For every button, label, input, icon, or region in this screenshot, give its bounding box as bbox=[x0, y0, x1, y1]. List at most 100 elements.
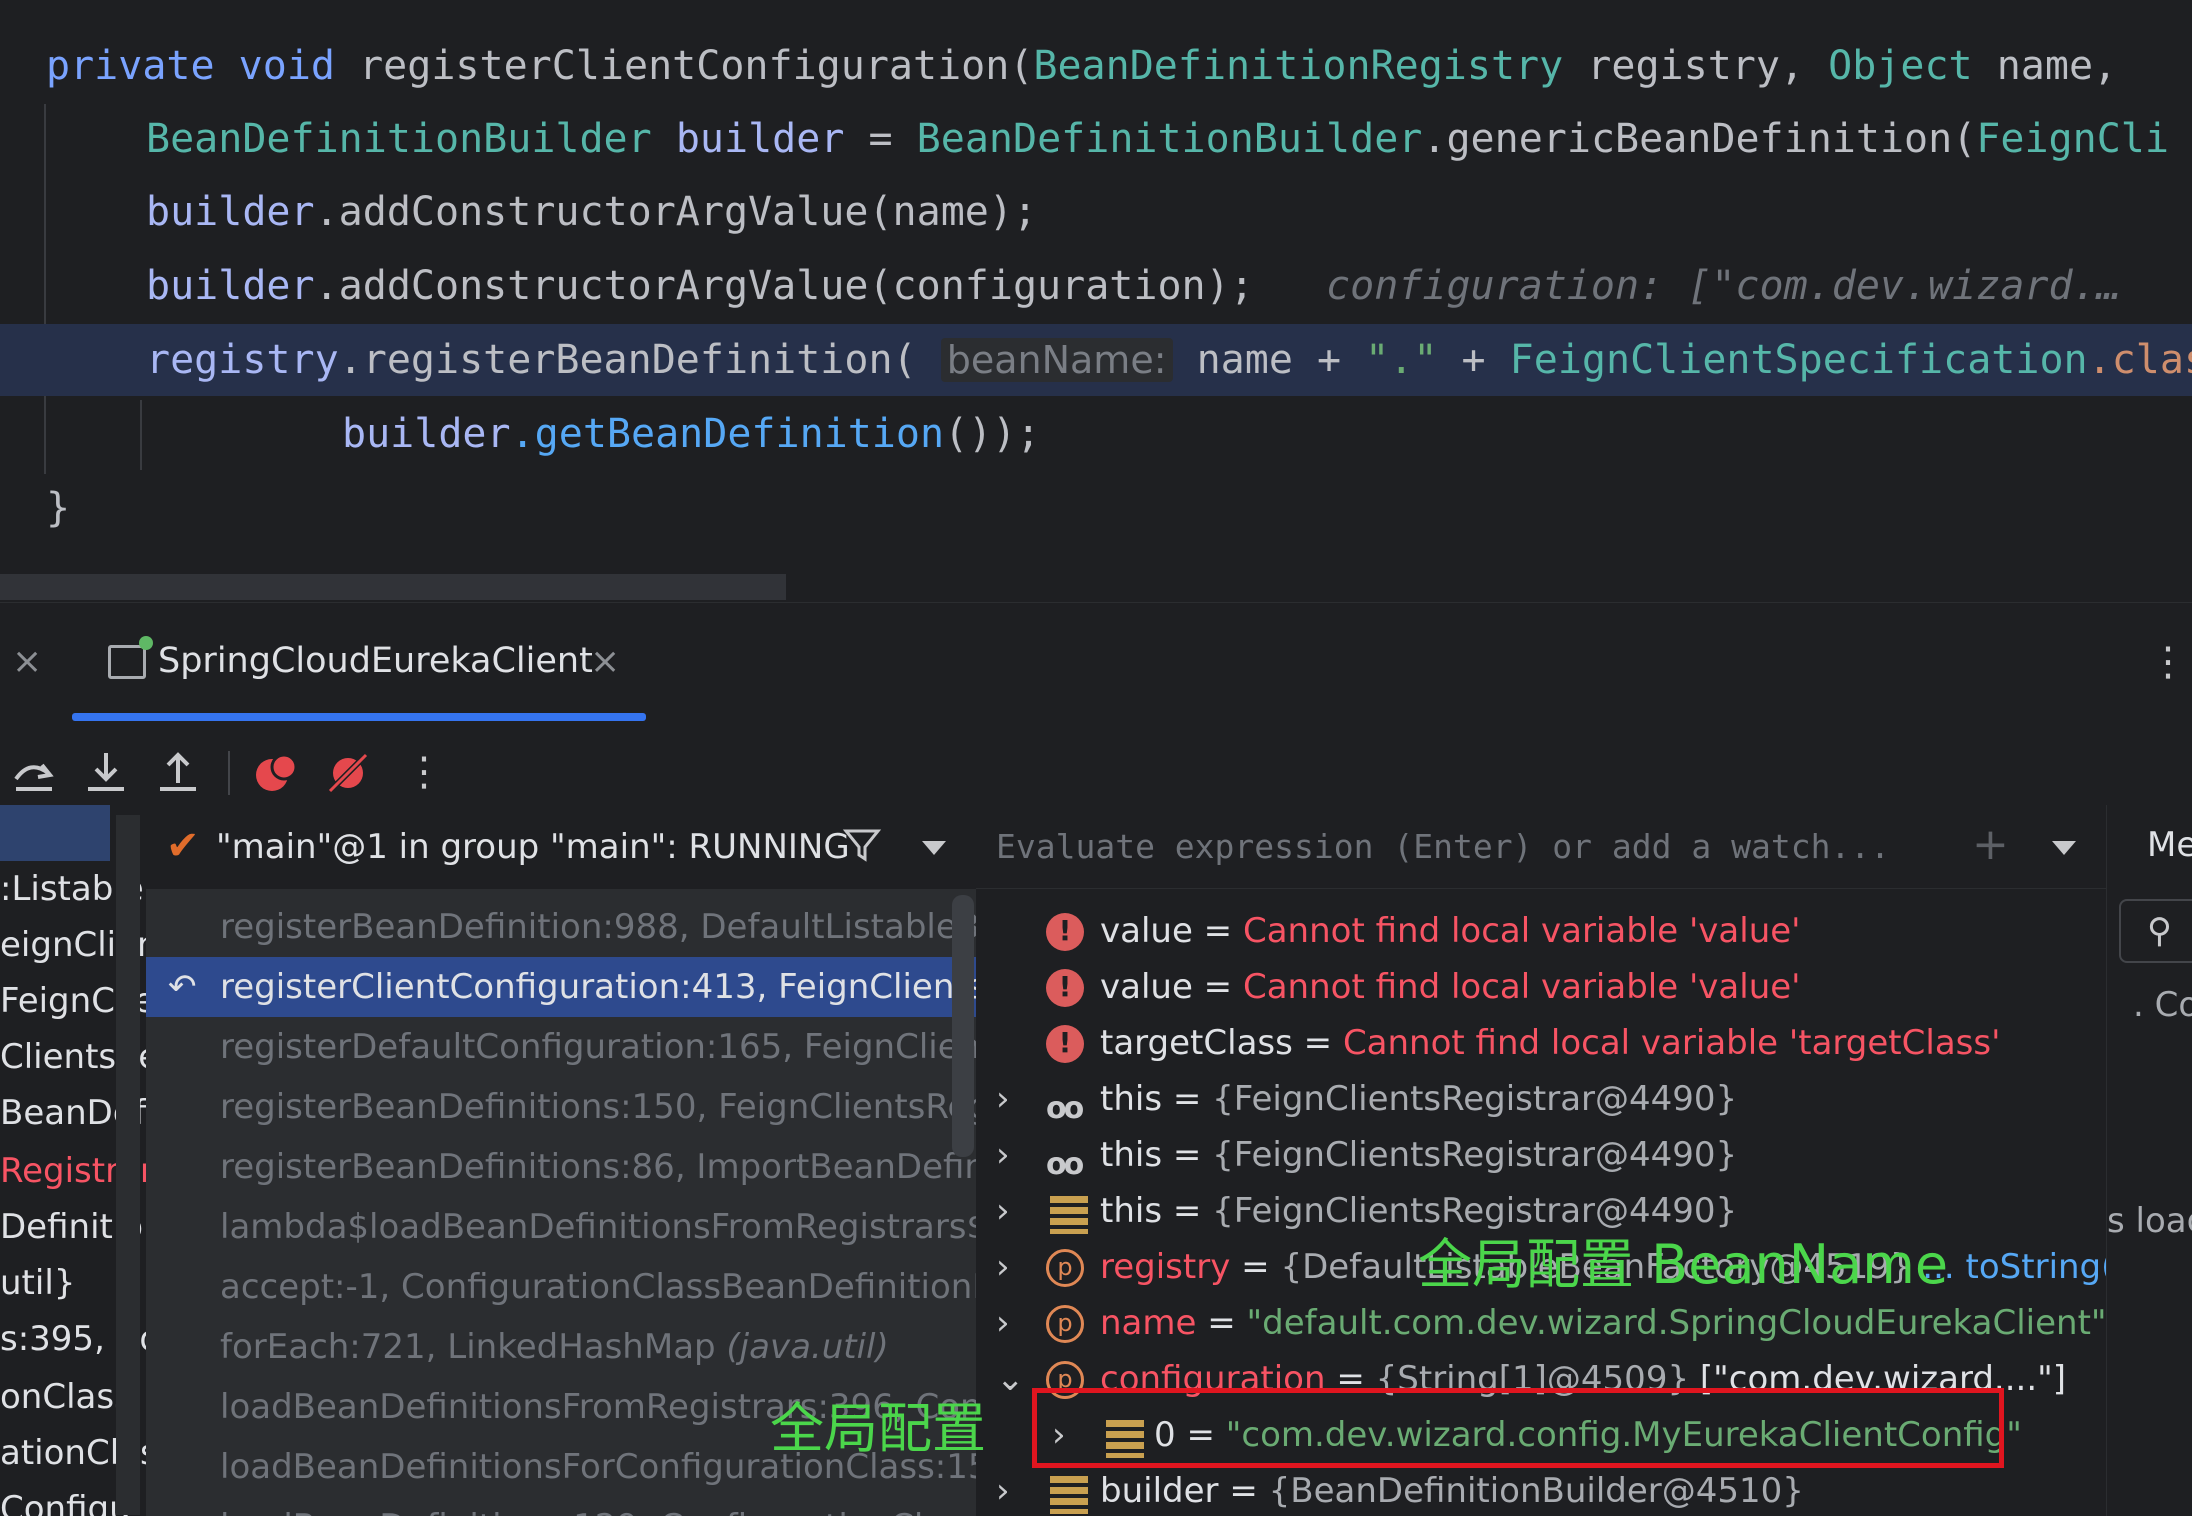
frame-label: registerBeanDefinition:988, DefaultLista… bbox=[220, 907, 976, 947]
frames-scrollbar[interactable] bbox=[952, 895, 974, 1157]
tab-close-icon[interactable]: × bbox=[590, 641, 620, 682]
search-field[interactable]: ⚲ bbox=[2119, 899, 2192, 963]
stack-frame[interactable]: loadBeanDefinitions:129, ConfigurationCl… bbox=[146, 1497, 976, 1516]
frame-label: loadBeanDefinitions:129, ConfigurationCl… bbox=[220, 1507, 976, 1516]
mute-breakpoints-icon[interactable] bbox=[324, 749, 372, 797]
code-line-7[interactable]: } bbox=[0, 472, 2192, 544]
filter-icon[interactable] bbox=[842, 825, 882, 865]
debug-tool-window: × SpringCloudEurekaClient × ⋮ ⋮ :Listabl… bbox=[0, 602, 2192, 1516]
stack-frame-current[interactable]: ↶ registerClientConfiguration:413, FeignC… bbox=[146, 957, 976, 1017]
variable-name: this bbox=[1100, 1135, 1163, 1175]
code-text: .genericBeanDefinition( bbox=[1422, 116, 1977, 162]
list-item[interactable]: util} bbox=[0, 1263, 75, 1303]
frame-label: forEach:721, LinkedHashMap bbox=[220, 1327, 727, 1367]
variable-row[interactable]: ! value = Cannot find local variable 'va… bbox=[976, 903, 2106, 959]
variable-value: {FeignClientsRegistrar@4490} bbox=[1212, 1135, 1738, 1175]
expand-arrow-icon[interactable]: › bbox=[996, 1463, 1010, 1516]
watch-icon: oo bbox=[1046, 1091, 1084, 1126]
chevron-down-icon[interactable] bbox=[922, 841, 946, 855]
keyword: void bbox=[238, 43, 335, 89]
type-name: FeignCli bbox=[1976, 116, 2169, 162]
equals: = bbox=[1192, 967, 1243, 1007]
variable-row[interactable]: › p name = "default.com.dev.wizard.Sprin… bbox=[976, 1295, 2106, 1351]
horizontal-scrollbar[interactable] bbox=[0, 574, 786, 600]
equals: = bbox=[1192, 911, 1243, 951]
variable-name: targetClass bbox=[1100, 1023, 1293, 1063]
stack-frame[interactable]: lambda$loadBeanDefinitionsFromRegistrars… bbox=[146, 1197, 976, 1257]
watch-icon: oo bbox=[1046, 1147, 1084, 1182]
variable-row[interactable]: › builder = {BeanDefinitionBuilder@4510} bbox=[976, 1463, 2106, 1516]
step-out-icon[interactable] bbox=[154, 749, 202, 797]
collapse-arrow-icon[interactable]: ⌄ bbox=[996, 1351, 1025, 1407]
stack-frame[interactable]: registerDefaultConfiguration:165, FeignC… bbox=[146, 1017, 976, 1077]
expand-arrow-icon[interactable]: › bbox=[996, 1127, 1010, 1183]
panel-tab-label[interactable]: Me bbox=[2147, 825, 2192, 865]
chevron-down-icon[interactable] bbox=[2052, 841, 2076, 855]
variable-row[interactable]: ! value = Cannot find local variable 'va… bbox=[976, 959, 2106, 1015]
equals: = bbox=[1162, 1191, 1213, 1231]
code-text: registry, bbox=[1563, 43, 1829, 89]
expand-arrow-icon[interactable]: › bbox=[996, 1295, 1010, 1351]
add-watch-icon[interactable]: + bbox=[1972, 819, 2009, 870]
method-name: registerClientConfiguration( bbox=[359, 43, 1034, 89]
method-call: .getBeanDefinition bbox=[510, 411, 945, 457]
stack-frame[interactable]: registerBeanDefinitions:150, FeignClient… bbox=[146, 1077, 976, 1137]
thread-selector[interactable]: ✔ "main"@1 in group "main": RUNNING bbox=[146, 805, 976, 889]
return-icon: ↶ bbox=[168, 967, 197, 1007]
variable-value: Cannot find local variable 'value' bbox=[1242, 911, 1801, 951]
step-over-icon[interactable] bbox=[10, 749, 58, 797]
code-text: .registerBeanDefinition( bbox=[338, 337, 917, 383]
code-text: name, bbox=[1972, 43, 2142, 89]
code-line-3[interactable]: builder.addConstructorArgValue(name); bbox=[0, 176, 2192, 248]
equals: = bbox=[1230, 1247, 1281, 1287]
debug-session-icon bbox=[108, 636, 153, 679]
string-literal: "." bbox=[1365, 337, 1438, 383]
toolbar-separator bbox=[228, 751, 230, 795]
evaluate-placeholder: Evaluate expression (Enter) or add a wat… bbox=[996, 827, 1891, 866]
expand-arrow-icon[interactable]: › bbox=[996, 1071, 1010, 1127]
code-line-4[interactable]: builder.addConstructorArgValue(configura… bbox=[0, 250, 2192, 322]
scrollbar[interactable] bbox=[116, 815, 140, 1515]
type-name: BeanDefinitionBuilder bbox=[146, 116, 652, 162]
variable-name: value bbox=[1100, 911, 1193, 951]
highlight-box bbox=[1032, 1388, 2004, 1468]
frame-label: registerBeanDefinitions:150, FeignClient… bbox=[220, 1087, 976, 1127]
stack-frame[interactable]: accept:-1, ConfigurationClassBeanDefinit… bbox=[146, 1257, 976, 1317]
keyword: .clas bbox=[2087, 337, 2192, 383]
error-icon: ! bbox=[1046, 1025, 1084, 1063]
view-breakpoints-icon[interactable] bbox=[252, 749, 300, 797]
stack-frame[interactable]: registerBeanDefinitions:86, ImportBeanDe… bbox=[146, 1137, 976, 1197]
active-tab-indicator bbox=[72, 713, 646, 721]
code-text: .addConstructorArgValue(name); bbox=[314, 189, 1038, 235]
variable-name: name bbox=[1100, 1303, 1197, 1343]
variable-name: this bbox=[1100, 1079, 1163, 1119]
annotation-label: 全局配置 bbox=[770, 1397, 986, 1460]
search-icon: ⚲ bbox=[2147, 911, 2172, 951]
code-text: .addConstructorArgValue(configuration); bbox=[314, 263, 1254, 309]
variable-row[interactable]: › oo this = {FeignClientsRegistrar@4490} bbox=[976, 1071, 2106, 1127]
code-line-1[interactable]: private void registerClientConfiguration… bbox=[0, 30, 2192, 102]
list-item[interactable]: Configu bbox=[0, 1489, 131, 1516]
local-variable: builder bbox=[146, 263, 315, 309]
stack-frame[interactable]: forEach:721, LinkedHashMap (java.util) bbox=[146, 1317, 976, 1377]
type-name: Object bbox=[1828, 43, 1973, 89]
code-line-2[interactable]: BeanDefinitionBuilder builder = BeanDefi… bbox=[0, 103, 2192, 175]
variable-row[interactable]: › oo this = {FeignClientsRegistrar@4490} bbox=[976, 1127, 2106, 1183]
evaluate-expression-field[interactable]: Evaluate expression (Enter) or add a wat… bbox=[976, 805, 2106, 889]
code-line-5-current[interactable]: registry.registerBeanDefinition( beanNam… bbox=[0, 324, 2192, 396]
code-editor[interactable]: private void registerClientConfiguration… bbox=[0, 0, 2192, 600]
toolbar-more-icon[interactable]: ⋮ bbox=[404, 749, 444, 795]
expand-arrow-icon[interactable]: › bbox=[996, 1239, 1010, 1295]
annotation-label: 全局配置 BeanName bbox=[1418, 1233, 1949, 1296]
step-into-icon[interactable] bbox=[82, 749, 130, 797]
code-line-6[interactable]: builder.getBeanDefinition()); bbox=[0, 398, 2192, 470]
keyword: private bbox=[46, 43, 215, 89]
variable-value: Cannot find local variable 'value' bbox=[1242, 967, 1801, 1007]
expand-arrow-icon[interactable]: › bbox=[996, 1183, 1010, 1239]
selected-row bbox=[0, 805, 110, 861]
more-options-icon[interactable]: ⋮ bbox=[2148, 639, 2188, 685]
code-text: + bbox=[1437, 337, 1510, 383]
close-icon[interactable]: × bbox=[12, 641, 42, 682]
variable-row[interactable]: ! targetClass = Cannot find local variab… bbox=[976, 1015, 2106, 1071]
stack-frame[interactable]: registerBeanDefinition:988, DefaultLista… bbox=[146, 897, 976, 957]
